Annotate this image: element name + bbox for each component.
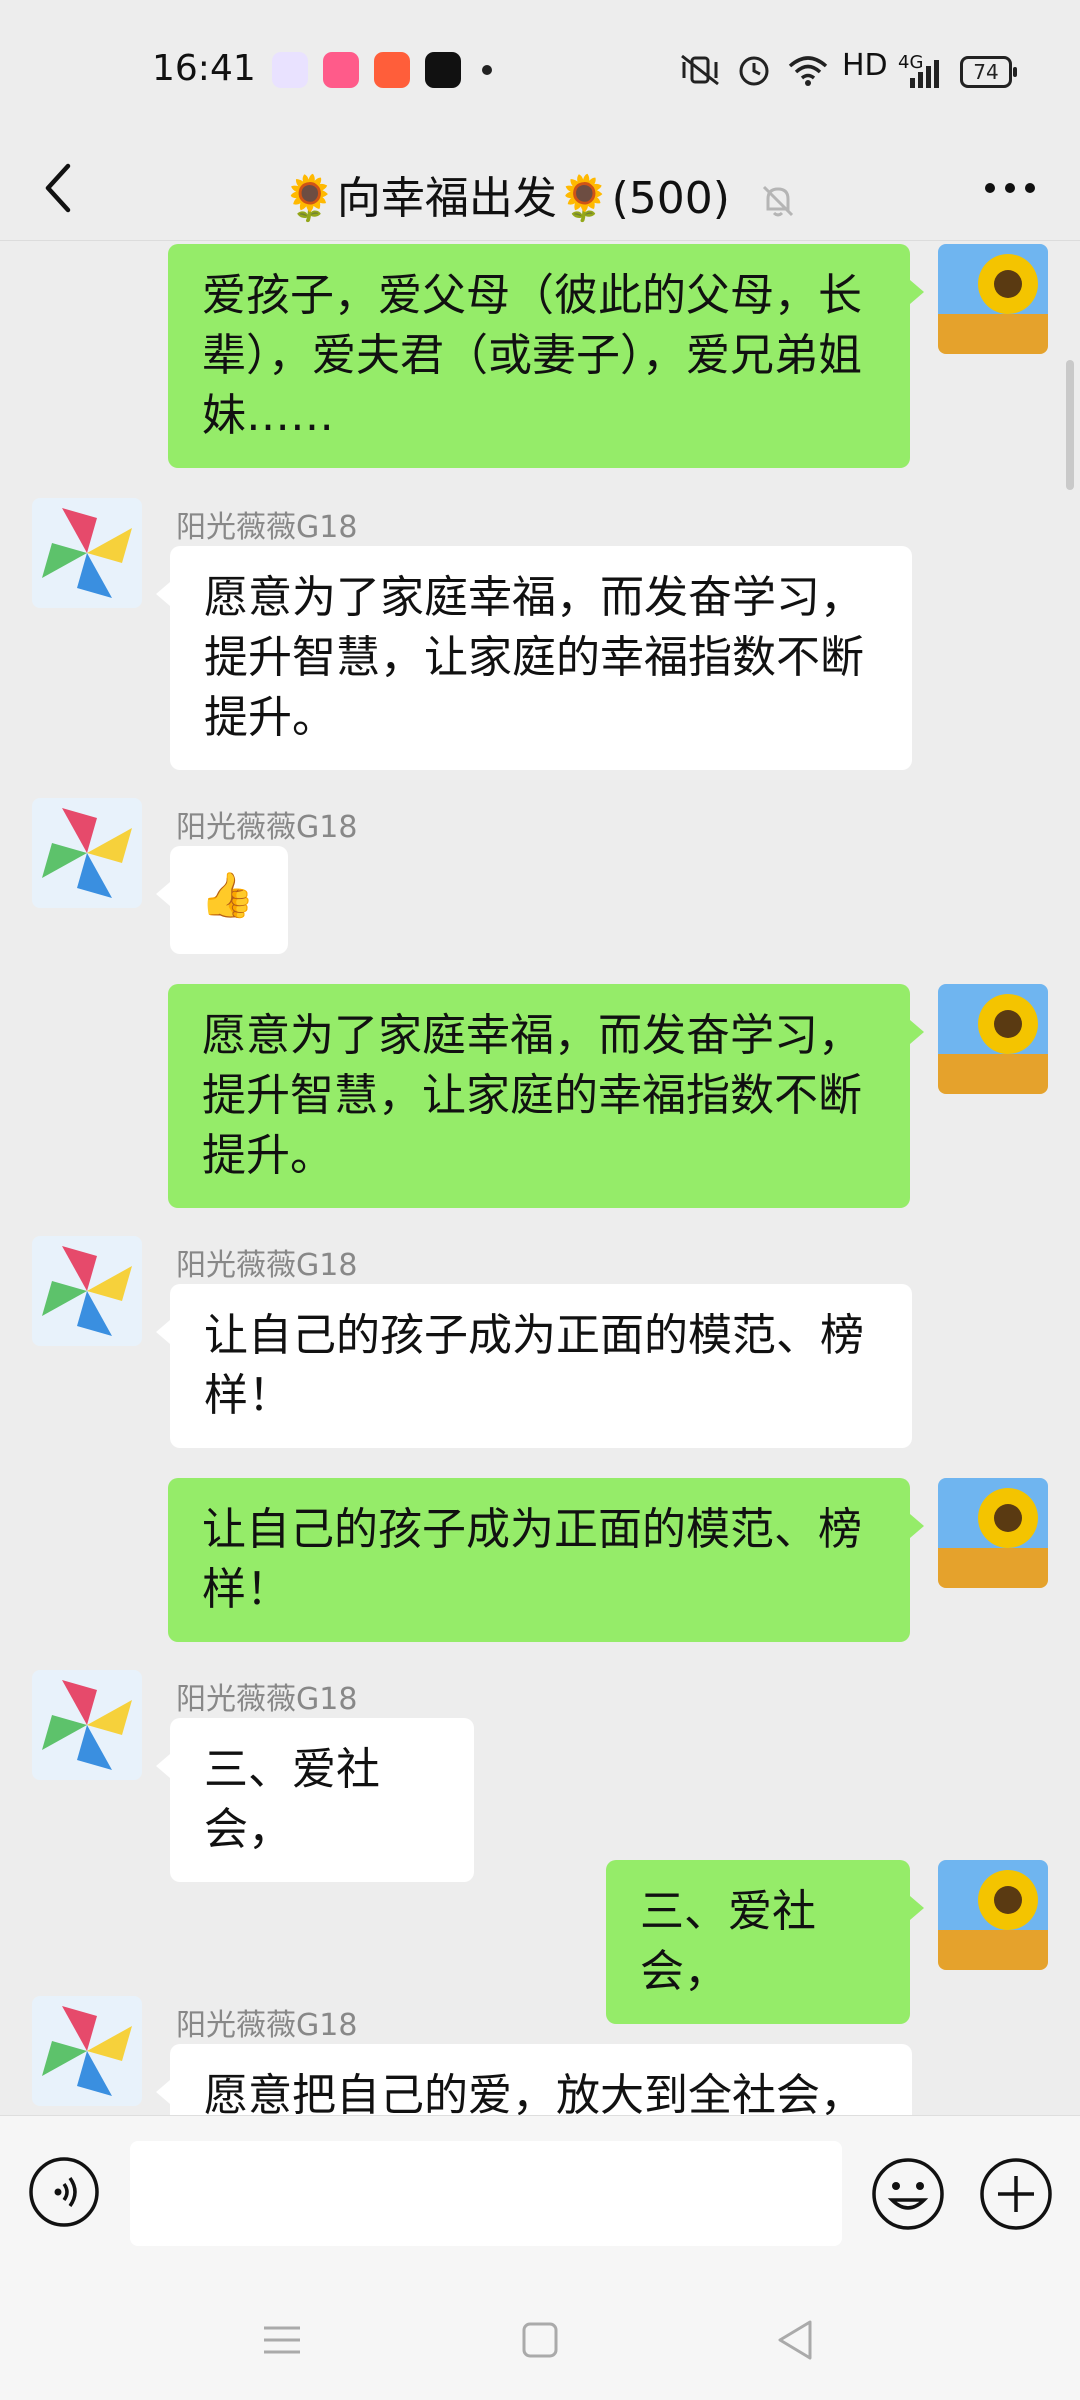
message-bubble-self[interactable]: 三、爱社会， (606, 1860, 924, 2024)
message-bubble-other[interactable]: 愿意把自己的爱，放大到全社会， (156, 2044, 912, 2115)
alarm-icon (739, 56, 769, 86)
message-bubble-other[interactable]: 让自己的孩子成为正面的模范、榜样！ (156, 1284, 912, 1448)
battery-icon: 74 (960, 56, 1017, 88)
app-notification-icon (272, 52, 308, 88)
home-square-icon[interactable] (510, 2310, 570, 2370)
sender-name: 阳光薇薇G18 (176, 510, 358, 545)
chat-title: 🌻向幸福出发🌻(500) (282, 173, 730, 224)
sender-name: 阳光薇薇G18 (176, 810, 358, 845)
self-avatar-sunflower[interactable] (938, 1478, 1048, 1588)
message-list[interactable]: 爱孩子，爱父母（彼此的父母，长辈），爱夫君（或妻子），爱兄弟姐妹…… 阳光薇薇G… (0, 240, 1080, 2115)
message-bubble-self[interactable]: 让自己的孩子成为正面的模范、榜样！ (168, 1478, 924, 1642)
more-notifications-dot (482, 65, 492, 75)
sender-avatar-pinwheel[interactable] (32, 1236, 142, 1346)
self-avatar-sunflower[interactable] (938, 1860, 1048, 1970)
status-time: 16:41 (152, 48, 256, 89)
wifi-icon (788, 56, 828, 86)
chat-header: 🌻向幸福出发🌻(500) (0, 140, 1080, 241)
sender-avatar-pinwheel[interactable] (32, 1996, 142, 2106)
chat-title-container[interactable]: 🌻向幸福出发🌻(500) (0, 162, 1080, 226)
input-bar (0, 2115, 1080, 2281)
network-hd: HD (842, 48, 888, 83)
sender-avatar-pinwheel[interactable] (32, 498, 142, 608)
message-bubble-other[interactable]: 👍 (156, 846, 288, 954)
signal-icon (910, 60, 939, 88)
sender-name: 阳光薇薇G18 (176, 1682, 358, 1717)
back-triangle-icon[interactable] (766, 2310, 826, 2370)
music-app-icon (374, 52, 410, 88)
sender-avatar-pinwheel[interactable] (32, 1670, 142, 1780)
message-input[interactable] (130, 2141, 842, 2246)
message-bubble-other[interactable]: 愿意为了家庭幸福，而发奋学习，提升智慧，让家庭的幸福指数不断提升。 (156, 546, 912, 770)
bell-mute-icon (762, 185, 793, 217)
menu-icon[interactable] (252, 2310, 312, 2370)
sender-avatar-pinwheel[interactable] (32, 798, 142, 908)
plus-icon[interactable] (978, 2156, 1054, 2232)
voice-icon[interactable] (28, 2156, 100, 2228)
message-bubble-self[interactable]: 爱孩子，爱父母（彼此的父母，长辈），爱夫君（或妻子），爱兄弟姐妹…… (168, 244, 924, 468)
self-avatar-sunflower[interactable] (938, 244, 1048, 354)
chat-scrollbar[interactable] (1066, 360, 1074, 490)
battery-level: 74 (973, 60, 999, 84)
status-bar: 16:41 HD 4G 74 (0, 0, 1080, 140)
sender-name: 阳光薇薇G18 (176, 1248, 358, 1283)
vibrate-mute-icon (681, 54, 719, 86)
self-avatar-sunflower[interactable] (938, 984, 1048, 1094)
tiktok-icon (425, 52, 461, 88)
emoji-icon[interactable] (870, 2156, 946, 2232)
more-dots-icon[interactable] (975, 158, 1045, 218)
message-bubble-self[interactable]: 愿意为了家庭幸福，而发奋学习，提升智慧，让家庭的幸福指数不断提升。 (168, 984, 924, 1208)
system-navigation-bar (0, 2280, 1080, 2400)
app-notification-icon (323, 52, 359, 88)
sender-name: 阳光薇薇G18 (176, 2008, 358, 2043)
message-bubble-other[interactable]: 三、爱社会， (156, 1718, 474, 1882)
